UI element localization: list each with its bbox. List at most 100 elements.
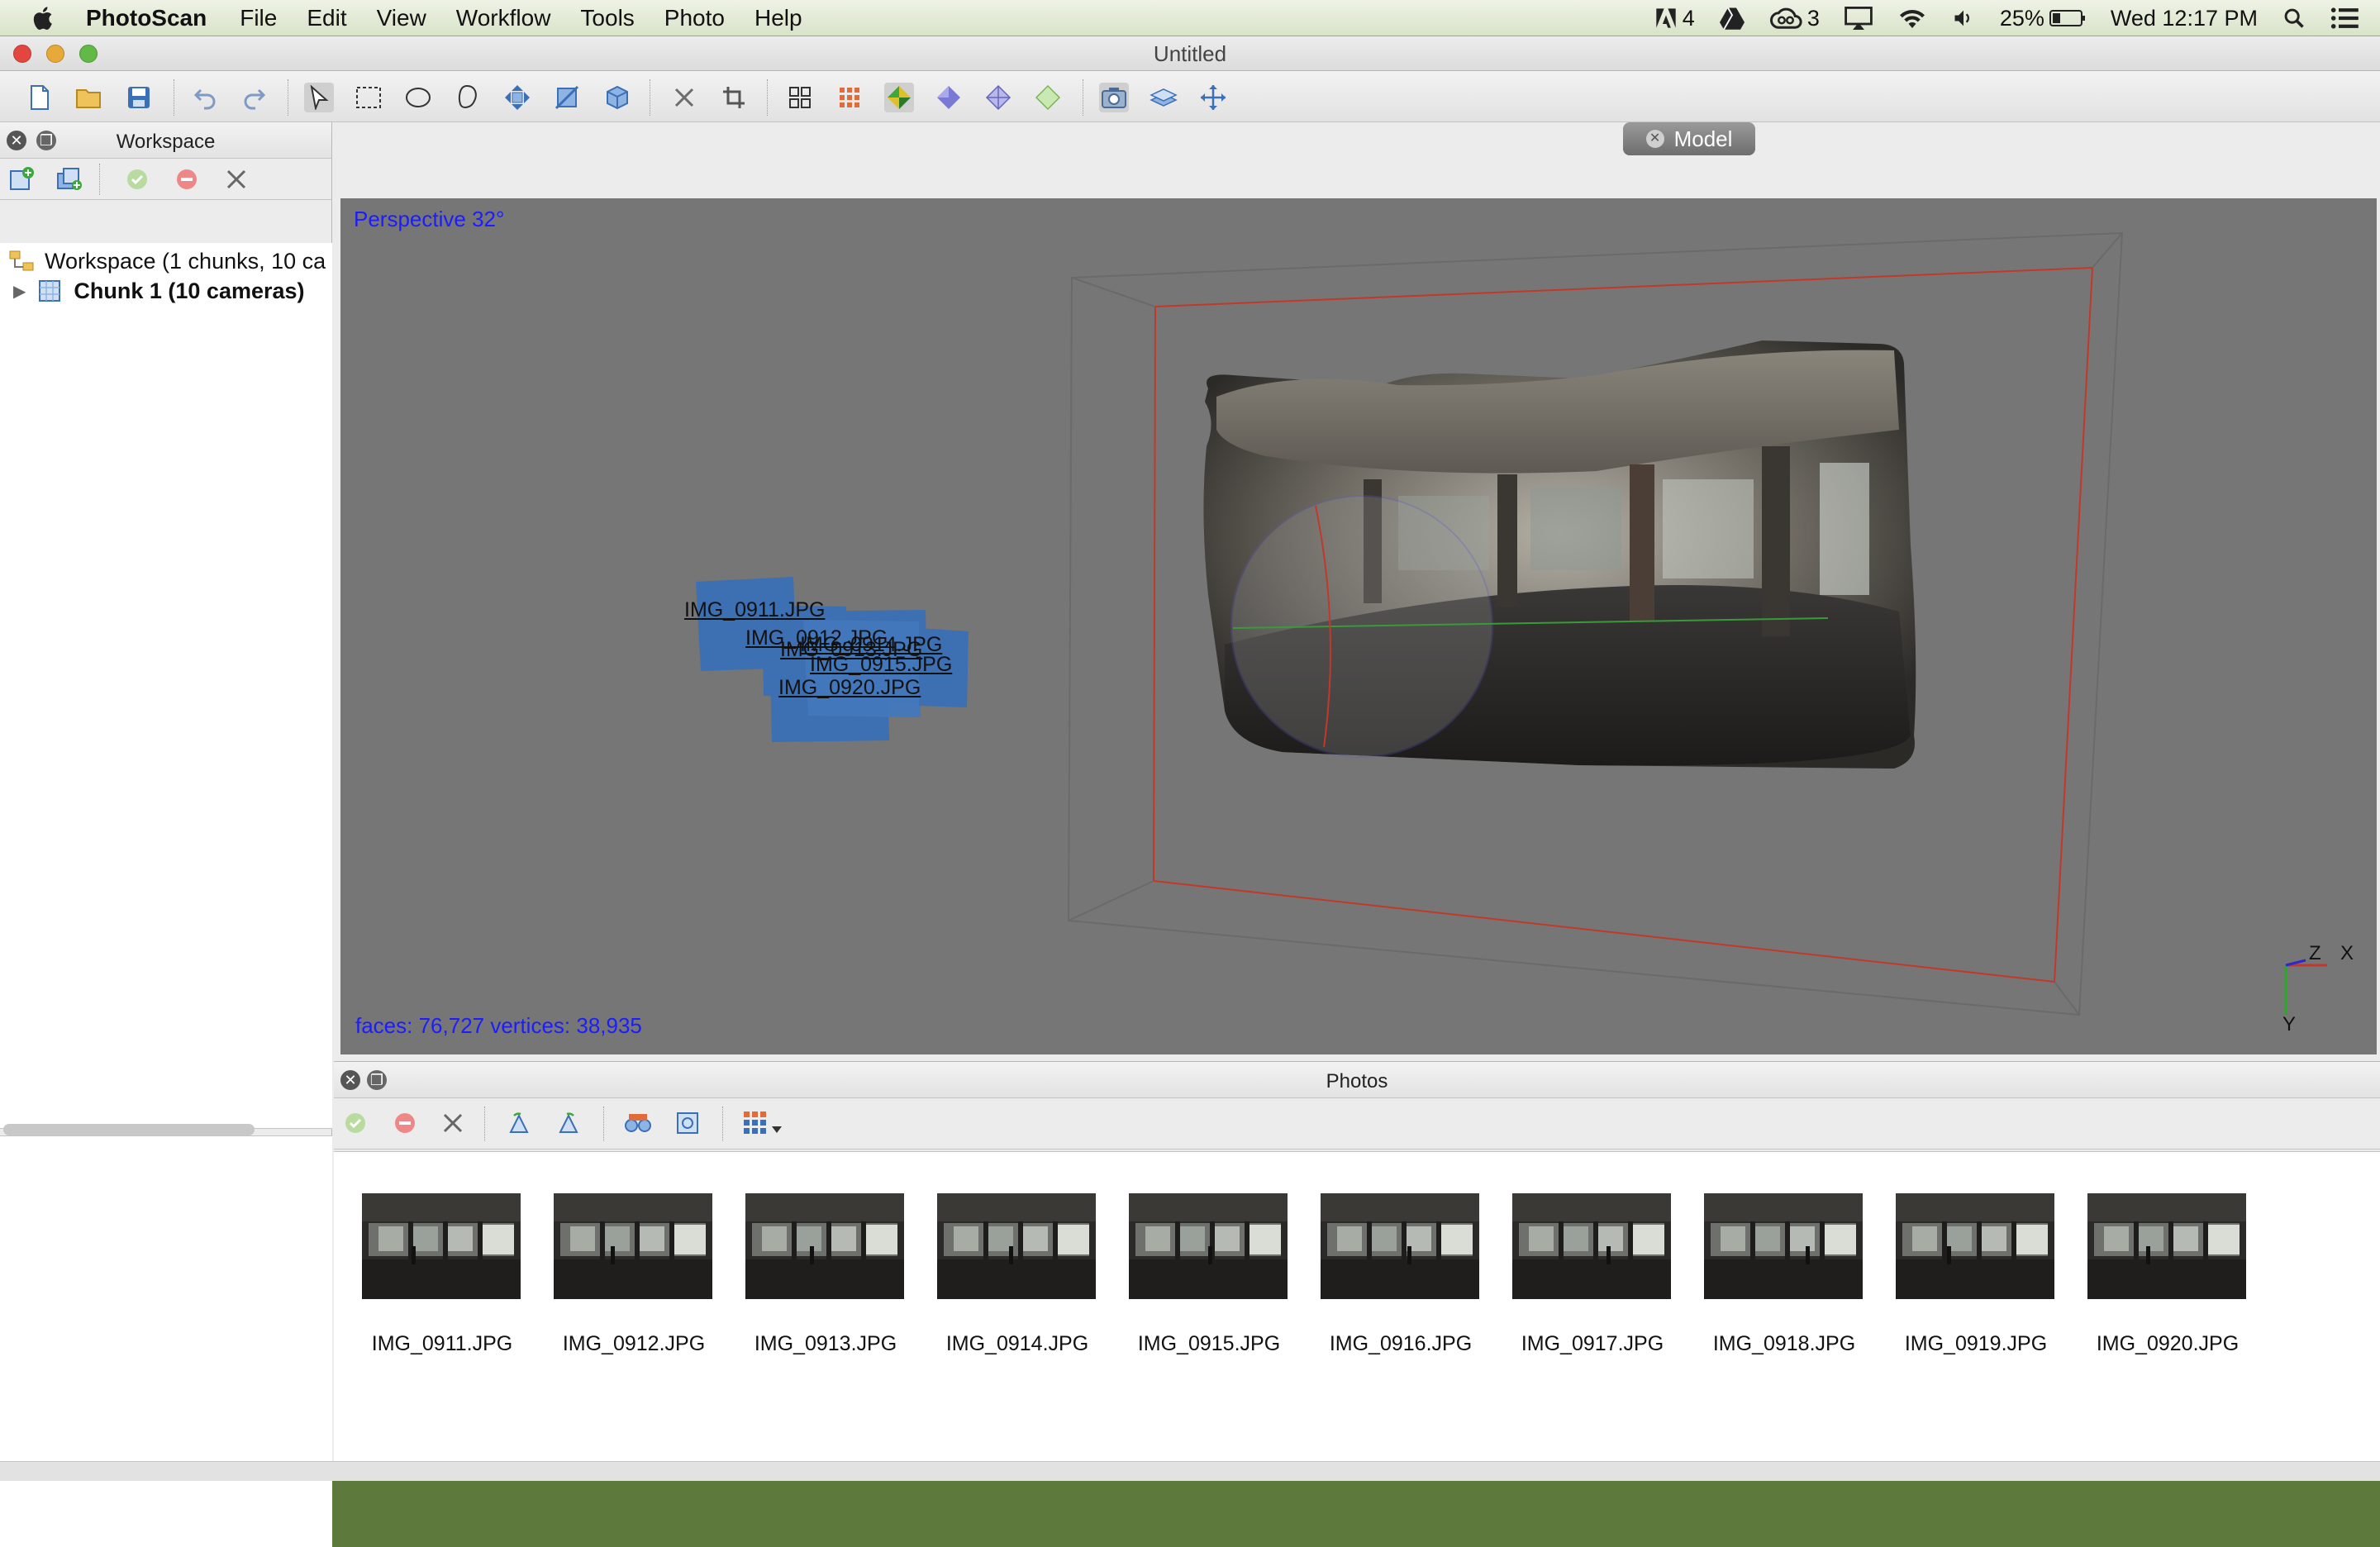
enable-cameras-icon[interactable] (122, 164, 152, 194)
photo-thumbnail[interactable] (745, 1193, 904, 1299)
photo-item[interactable]: IMG_0915.JPG (1126, 1152, 1317, 1367)
photo-thumbnail[interactable] (1129, 1193, 1288, 1299)
disable-cameras-icon[interactable] (172, 164, 202, 194)
photo-thumbnail[interactable] (1896, 1193, 2054, 1299)
wifi-status-item[interactable] (1897, 7, 1927, 30)
axis-z-label: Z (2309, 942, 2321, 964)
photo-item[interactable]: IMG_0920.JPG (2084, 1152, 2276, 1367)
toolbar-separator (1083, 79, 1084, 116)
expand-arrow-icon[interactable]: ▶ (13, 281, 26, 302)
wireframe-model-icon[interactable] (1033, 83, 1063, 112)
camera-label[interactable]: IMG_0911.JPG (684, 598, 825, 622)
photo-thumbnail[interactable] (937, 1193, 1096, 1299)
rectangle-selection-icon[interactable] (354, 83, 383, 112)
disable-photos-icon[interactable] (390, 1108, 420, 1138)
shaded-model-icon[interactable] (934, 83, 964, 112)
photo-filename-label: IMG_0912.JPG (562, 1332, 706, 1355)
adobe-status-item[interactable]: 4 (1654, 6, 1695, 31)
menu-tools[interactable]: Tools (580, 5, 634, 31)
photo-item[interactable]: IMG_0914.JPG (934, 1152, 1126, 1367)
mesh-stats-label: faces: 76,727 vertices: 38,935 (355, 1013, 642, 1038)
save-icon[interactable] (124, 83, 154, 112)
model-tab[interactable]: ✕ Model (1623, 122, 1755, 155)
volume-status-item[interactable] (1952, 7, 1975, 30)
cc-count: 3 (1806, 5, 1820, 31)
solid-model-icon[interactable] (983, 83, 1013, 112)
point-cloud-icon[interactable] (835, 83, 864, 112)
photo-item[interactable]: IMG_0916.JPG (1317, 1152, 1509, 1367)
menu-file[interactable]: File (240, 5, 277, 31)
notification-center[interactable] (2330, 7, 2359, 30)
creative-cloud-status-item[interactable]: 3 (1769, 6, 1820, 31)
add-photos-icon[interactable] (55, 164, 84, 194)
photo-item[interactable]: IMG_0917.JPG (1509, 1152, 1701, 1367)
menu-photo[interactable]: Photo (664, 5, 725, 31)
photo-thumbnail[interactable] (554, 1193, 712, 1299)
undo-icon[interactable] (190, 83, 220, 112)
align-layers-icon[interactable] (1149, 83, 1178, 112)
rotate-right-icon[interactable] (554, 1108, 583, 1138)
redo-icon[interactable] (240, 83, 269, 112)
capture-view-camera-icon[interactable] (1099, 83, 1129, 112)
reset-filter-icon[interactable] (673, 1108, 702, 1138)
model-tab-label: Model (1673, 126, 1733, 151)
menu-help[interactable]: Help (754, 5, 802, 31)
menu-edit[interactable]: Edit (307, 5, 346, 31)
close-tab-icon[interactable]: ✕ (1645, 130, 1664, 148)
reset-view-icon[interactable] (1198, 83, 1228, 112)
remove-items-icon[interactable] (221, 164, 251, 194)
free-form-selection-icon[interactable] (453, 83, 483, 112)
circle-selection-icon[interactable] (403, 83, 433, 112)
airplay-status-item[interactable] (1844, 7, 1873, 30)
photo-item[interactable]: IMG_0918.JPG (1701, 1152, 1892, 1367)
photo-filename-label: IMG_0917.JPG (1521, 1332, 1664, 1355)
app-name-menu[interactable]: PhotoScan (86, 5, 207, 31)
photo-item[interactable]: IMG_0919.JPG (1892, 1152, 2084, 1367)
photo-thumbnail[interactable] (362, 1193, 521, 1299)
photoscan-window: Untitled ✕ ❐ Workspace Workspace (1 chun… (0, 36, 2380, 1547)
menu-view[interactable]: View (377, 5, 426, 31)
tree-item-chunk-1[interactable]: ▶ Chunk 1 (10 cameras) (0, 276, 331, 306)
spotlight-search[interactable] (2282, 7, 2306, 30)
photo-item[interactable]: IMG_0912.JPG (550, 1152, 742, 1367)
remove-photos-icon[interactable] (438, 1108, 468, 1138)
show-cameras-icon[interactable] (785, 83, 815, 112)
crop-selection-icon[interactable] (719, 83, 749, 112)
enable-photos-icon[interactable] (340, 1108, 370, 1138)
toolbar-separator (722, 1107, 724, 1141)
tree-item-workspace[interactable]: Workspace (1 chunks, 10 ca (0, 246, 331, 276)
clock[interactable]: Wed 12:17 PM (2111, 6, 2258, 31)
delete-selection-icon[interactable] (669, 83, 699, 112)
new-document-icon[interactable] (25, 83, 55, 112)
camera-label[interactable]: IMG_0915.JPG (810, 653, 952, 677)
filter-by-markers-icon[interactable] (623, 1108, 653, 1138)
add-chunk-icon[interactable] (7, 164, 36, 194)
properties-pane (0, 1135, 332, 1547)
drive-status-item[interactable] (1719, 7, 1745, 30)
resize-region-icon[interactable] (552, 83, 582, 112)
photo-thumbnail[interactable] (1321, 1193, 1479, 1299)
apple-menu-icon[interactable] (30, 4, 58, 32)
horizontal-scrollbar[interactable] (3, 1124, 255, 1135)
move-region-icon[interactable] (502, 83, 532, 112)
photo-thumbnail[interactable] (2087, 1193, 2246, 1299)
model-viewport[interactable]: Perspective 32° faces: 76,727 vertices: … (340, 198, 2377, 1054)
battery-status-item[interactable]: 25% (2000, 6, 2086, 31)
toolbar-separator (603, 1107, 605, 1141)
axis-x-label: X (2340, 942, 2354, 964)
projection-label: Perspective 32° (354, 207, 505, 231)
camera-label[interactable]: IMG_0920.JPG (778, 676, 921, 700)
rotate-region-icon[interactable] (602, 83, 631, 112)
open-folder-icon[interactable] (74, 83, 104, 112)
navigation-cursor-icon[interactable] (304, 83, 334, 112)
menu-workflow[interactable]: Workflow (456, 5, 551, 31)
photo-item[interactable]: IMG_0911.JPG (359, 1152, 550, 1367)
view-mode-dropdown-icon[interactable] (742, 1108, 785, 1138)
textured-model-icon[interactable] (884, 83, 914, 112)
toolbar-separator (174, 79, 175, 116)
photo-filename-label: IMG_0911.JPG (371, 1332, 513, 1355)
photo-thumbnail[interactable] (1704, 1193, 1863, 1299)
photo-thumbnail[interactable] (1512, 1193, 1671, 1299)
rotate-left-icon[interactable] (504, 1108, 534, 1138)
photo-item[interactable]: IMG_0913.JPG (742, 1152, 934, 1367)
